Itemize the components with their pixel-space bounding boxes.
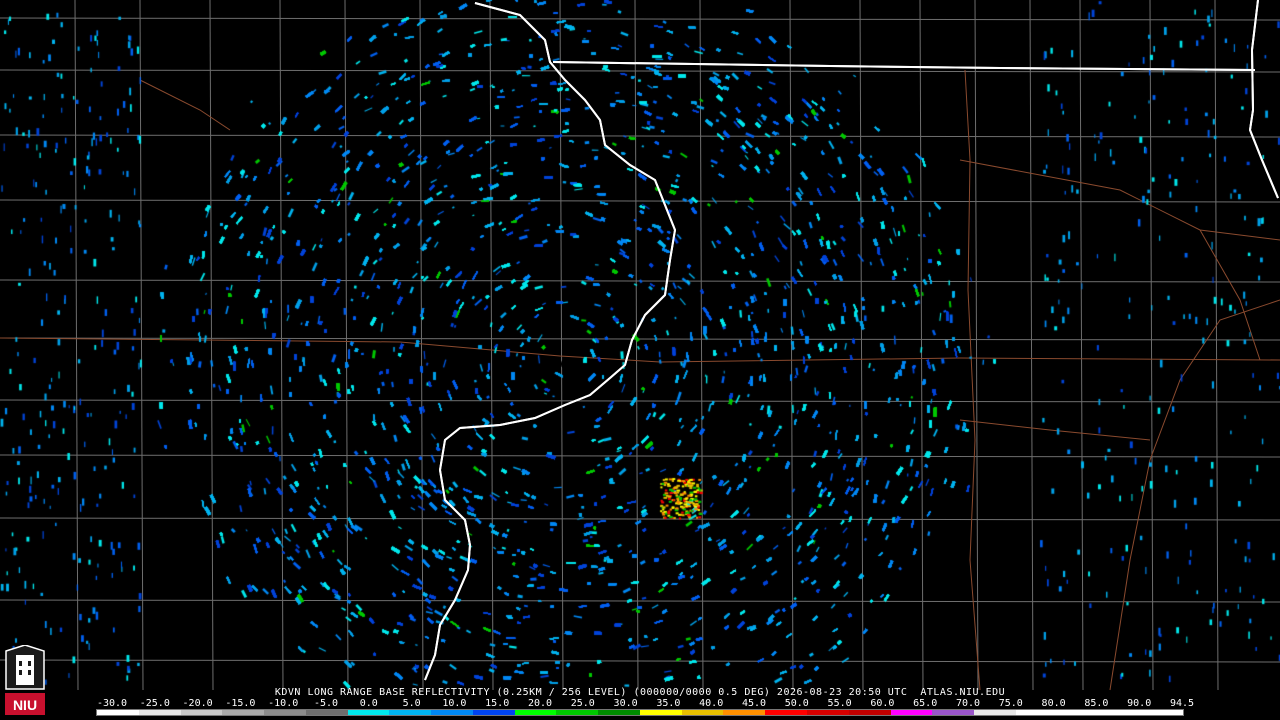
logo-text: NIU	[13, 697, 37, 713]
colorbar-segment	[1141, 710, 1183, 715]
colorbar-segment	[639, 710, 682, 715]
colorbar-segment	[1099, 710, 1142, 715]
colorbar-tick-label: 94.5	[1169, 698, 1195, 709]
colorbar-segment	[848, 710, 891, 715]
colorbar	[96, 709, 1184, 716]
colorbar-tick-label: 35.0	[656, 698, 681, 709]
colorbar-tick-label: 85.0	[1084, 698, 1109, 709]
colorbar-tick-label: -15.0	[225, 698, 256, 709]
colorbar-segment	[180, 710, 223, 715]
colorbar-tick-label: 20.0	[527, 698, 553, 709]
colorbar-tick-label: 55.0	[827, 698, 852, 709]
logo-tower	[16, 655, 34, 685]
colorbar-segment	[514, 710, 557, 715]
colorbar-segment	[222, 710, 265, 715]
colorbar-tick-label: 45.0	[741, 698, 767, 709]
colorbar-tick-label: -10.0	[268, 698, 299, 709]
colorbar-segment	[807, 710, 849, 715]
colorbar-segment	[472, 710, 515, 715]
colorbar-segment	[1015, 710, 1058, 715]
colorbar-segment	[556, 710, 599, 715]
colorbar-labels: -30.0 -25.0 -20.0 -15.0 -10.0 -5.0 0.0 5.0 10.0 1…	[94, 698, 1194, 709]
colorbar-segment	[305, 710, 348, 715]
colorbar-segment	[97, 710, 139, 715]
state-boundary-north	[552, 61, 1256, 71]
colorbar-tick-label: 5.0	[402, 698, 421, 709]
radar-site-marker	[561, 358, 573, 370]
colorbar-segment	[681, 710, 724, 715]
colorbar-segment	[264, 710, 306, 715]
niu-logo: NIU	[5, 645, 45, 715]
state-boundary-mississippi-river	[424, 2, 677, 681]
colorbar-tick-label: 50.0	[784, 698, 809, 709]
colorbar-segment	[765, 710, 808, 715]
colorbar-tick-label: -5.0	[313, 698, 339, 709]
colorbar-tick-label: 90.0	[1127, 698, 1152, 709]
colorbar-tick-label: -30.0	[96, 698, 128, 709]
colorbar-tick-label: 75.0	[998, 698, 1023, 709]
colorbar-tick-label: 70.0	[955, 698, 981, 709]
colorbar-segment	[974, 710, 1016, 715]
colorbar-segment	[598, 710, 640, 715]
colorbar-segment	[431, 710, 473, 715]
colorbar-segment	[890, 710, 933, 715]
colorbar-tick-label: -25.0	[139, 698, 170, 709]
colorbar-segment	[138, 710, 181, 715]
colorbar-segment	[1057, 710, 1100, 715]
colorbar-tick-label: 30.0	[613, 698, 638, 709]
colorbar-segment	[932, 710, 975, 715]
state-boundary-east	[1248, 0, 1279, 199]
colorbar-segment	[723, 710, 766, 715]
colorbar-tick-label: 15.0	[485, 698, 510, 709]
product-title: KDVN LONG RANGE BASE REFLECTIVITY (0.25K…	[274, 687, 1006, 698]
colorbar-tick-label: 80.0	[1041, 698, 1066, 709]
colorbar-tick-label: 0.0	[359, 698, 378, 709]
colorbar-tick-label: -20.0	[182, 698, 213, 709]
colorbar-tick-label: 25.0	[570, 698, 595, 709]
colorbar-tick-label: 65.0	[913, 698, 938, 709]
colorbar-tick-label: 40.0	[699, 698, 724, 709]
colorbar-segment	[347, 710, 390, 715]
colorbar-tick-label: 10.0	[442, 698, 467, 709]
overlay	[424, 0, 1279, 681]
colorbar-tick-label: 60.0	[870, 698, 895, 709]
colorbar-segment	[389, 710, 432, 715]
